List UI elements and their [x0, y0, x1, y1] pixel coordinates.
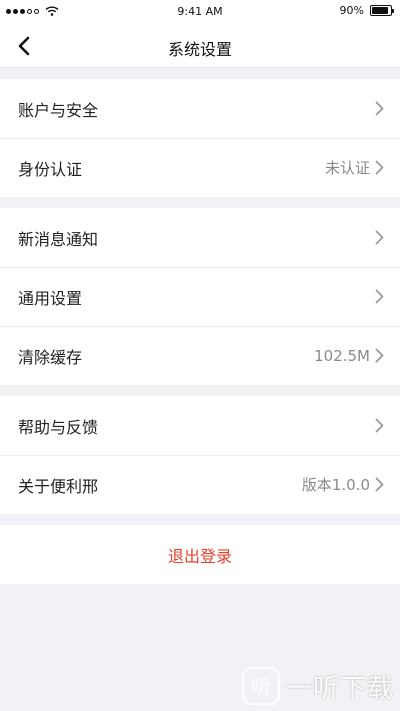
settings-item-help-feedback[interactable]: 帮助与反馈 — [0, 396, 400, 455]
settings-item-general-settings[interactable]: 通用设置 — [0, 267, 400, 326]
settings-item-label: 关于便利邢 — [18, 476, 99, 496]
verification-status: 未认证 — [324, 159, 370, 177]
logout-section: 退出登录 — [0, 525, 400, 584]
settings-item-label: 帮助与反馈 — [18, 417, 99, 437]
logout-button[interactable]: 退出登录 — [0, 525, 400, 584]
settings-item-notifications[interactable]: 新消息通知 — [0, 208, 400, 267]
chevron-right-icon — [374, 230, 384, 246]
battery-area: 90% — [339, 4, 394, 17]
settings-group-general: 新消息通知 通用设置 清除缓存 102.5M — [0, 208, 400, 385]
settings-item-label: 新消息通知 — [18, 229, 99, 249]
battery-icon — [370, 5, 394, 16]
settings-screen: 9:41 AM 90% 系统设置 账户与安全 身份认证 未认证 新消息通知 通用… — [0, 0, 400, 711]
chevron-right-icon — [374, 160, 384, 176]
navigation-bar: 系统设置 — [0, 24, 400, 68]
settings-item-label: 清除缓存 — [18, 347, 83, 367]
settings-group-about: 帮助与反馈 关于便利邢 版本1.0.0 — [0, 396, 400, 514]
settings-item-label: 通用设置 — [18, 288, 83, 308]
settings-item-label: 账户与安全 — [18, 100, 99, 120]
logout-label: 退出登录 — [167, 546, 232, 566]
settings-group-account: 账户与安全 身份认证 未认证 — [0, 79, 400, 197]
app-version: 版本1.0.0 — [301, 476, 370, 494]
chevron-right-icon — [374, 101, 384, 117]
battery-percentage: 90% — [339, 4, 364, 17]
chevron-right-icon — [374, 348, 384, 364]
settings-item-about[interactable]: 关于便利邢 版本1.0.0 — [0, 455, 400, 514]
chevron-right-icon — [374, 477, 384, 493]
page-title: 系统设置 — [167, 40, 232, 59]
settings-item-clear-cache[interactable]: 清除缓存 102.5M — [0, 326, 400, 385]
settings-item-account-security[interactable]: 账户与安全 — [0, 79, 400, 138]
watermark-logo-icon: 听 — [241, 667, 280, 705]
watermark-text: 一听下载 — [285, 673, 394, 704]
settings-item-label: 身份认证 — [18, 159, 83, 179]
chevron-right-icon — [374, 289, 384, 305]
chevron-right-icon — [374, 418, 384, 434]
settings-item-identity-verification[interactable]: 身份认证 未认证 — [0, 138, 400, 197]
svg-text:听: 听 — [251, 675, 271, 699]
status-bar: 9:41 AM 90% — [0, 0, 400, 24]
watermark: 听 一听下载 — [241, 667, 394, 705]
cache-size: 102.5M — [314, 346, 370, 365]
